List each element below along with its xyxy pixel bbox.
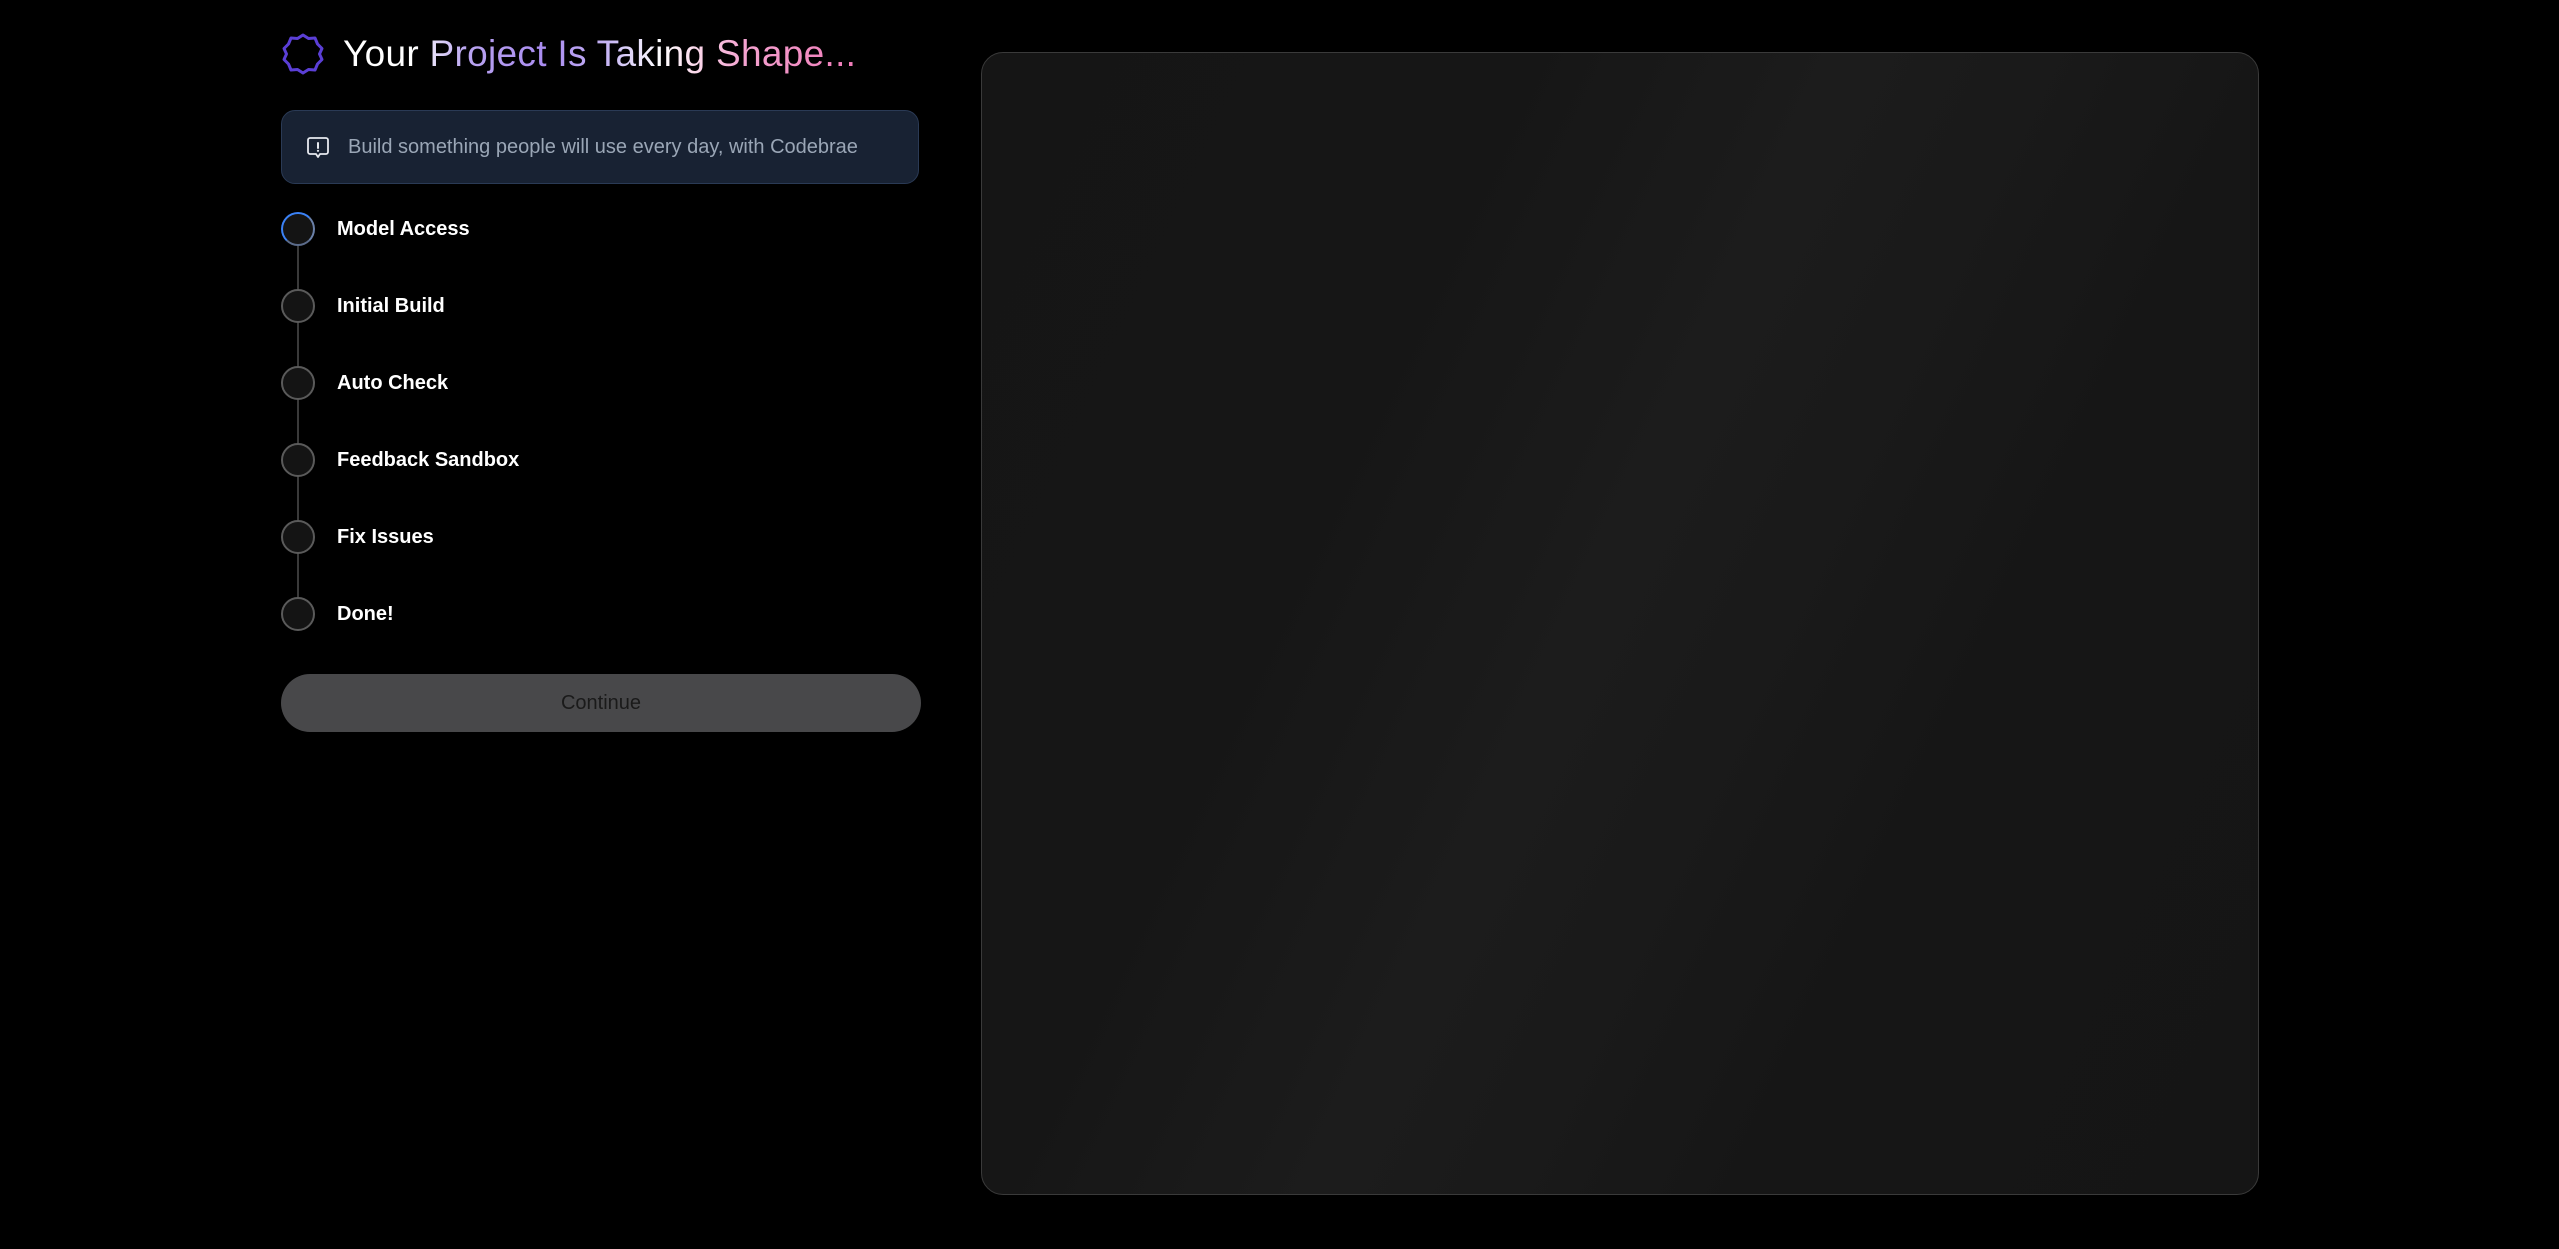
step-done: Done! bbox=[281, 597, 921, 674]
info-banner: Build something people will use every da… bbox=[281, 110, 919, 184]
page-title: Your Project Is Taking Shape... bbox=[343, 33, 857, 74]
onboarding-page: Your Project Is Taking Shape... Build so… bbox=[0, 0, 2559, 1249]
badge-spinner-icon bbox=[281, 32, 325, 76]
step-label: Auto Check bbox=[337, 372, 449, 394]
step-indicator bbox=[281, 443, 315, 477]
step-indicator bbox=[281, 289, 315, 323]
step-list: Model Access Initial Build Auto Check Fe… bbox=[281, 212, 921, 674]
step-indicator-active bbox=[281, 212, 315, 246]
step-label: Done! bbox=[337, 603, 394, 625]
step-indicator bbox=[281, 366, 315, 400]
header: Your Project Is Taking Shape... bbox=[281, 32, 921, 76]
step-model-access: Model Access bbox=[281, 212, 921, 289]
step-indicator bbox=[281, 520, 315, 554]
step-label: Model Access bbox=[337, 218, 470, 240]
step-feedback-sandbox: Feedback Sandbox bbox=[281, 443, 921, 520]
step-fix-issues: Fix Issues bbox=[281, 520, 921, 597]
step-label: Initial Build bbox=[337, 295, 445, 317]
info-text: Build something people will use every da… bbox=[348, 135, 858, 158]
preview-panel bbox=[981, 52, 2259, 1195]
step-label: Fix Issues bbox=[337, 526, 434, 548]
step-label: Feedback Sandbox bbox=[337, 449, 520, 471]
step-initial-build: Initial Build bbox=[281, 289, 921, 366]
progress-column: Your Project Is Taking Shape... Build so… bbox=[281, 32, 921, 732]
info-square-icon bbox=[306, 135, 330, 159]
step-indicator bbox=[281, 597, 315, 631]
continue-button[interactable]: Continue bbox=[281, 674, 921, 732]
step-auto-check: Auto Check bbox=[281, 366, 921, 443]
